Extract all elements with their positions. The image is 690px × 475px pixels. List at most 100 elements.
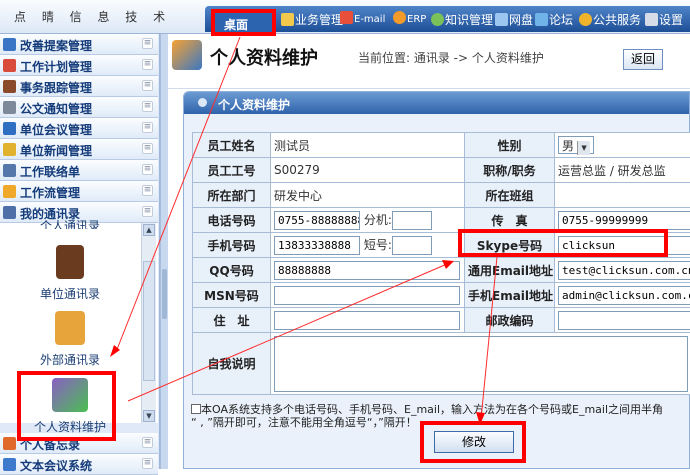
- mobile-input[interactable]: 13833338888: [274, 236, 360, 255]
- workflow-icon: [3, 185, 16, 198]
- nav-public-service[interactable]: 公共服务: [579, 11, 641, 28]
- name-value: 测试员: [271, 133, 465, 158]
- expand-toggle-icon[interactable]: ≡: [142, 206, 153, 217]
- email-input[interactable]: test@clicksun.com.cn: [558, 261, 690, 280]
- short-number-input[interactable]: [392, 236, 432, 255]
- scroll-down-icon[interactable]: ▼: [143, 410, 155, 422]
- phone-input[interactable]: 0755-88888888: [274, 211, 360, 230]
- nav-knowledge[interactable]: 知识管理: [431, 11, 493, 28]
- business-icon: [281, 13, 294, 26]
- sidebar-item-meeting[interactable]: 单位会议管理≡: [0, 118, 158, 139]
- expand-toggle-icon[interactable]: ≡: [142, 80, 153, 91]
- expand-toggle-icon[interactable]: ≡: [142, 458, 153, 469]
- profile-page-icon: [172, 40, 202, 70]
- zip-input[interactable]: [558, 311, 690, 330]
- info-icon: [191, 404, 201, 414]
- qq-input[interactable]: 88888888: [274, 261, 460, 280]
- group-value: [555, 183, 690, 208]
- expand-toggle-icon[interactable]: ≡: [142, 437, 153, 448]
- expand-toggle-icon[interactable]: ≡: [142, 164, 153, 175]
- sidebar-item-text-meeting[interactable]: 文本会议系统≡: [0, 454, 158, 475]
- title-value: 运营总监 / 研发总监: [555, 158, 690, 183]
- qq-label: QQ号码: [193, 258, 271, 283]
- address-book-subpanel: 个人通讯录 单位通讯录 外部通讯录 个人资料维护: [0, 223, 158, 423]
- sidebar-item-news[interactable]: 单位新闻管理≡: [0, 139, 158, 160]
- nav-home-highlighted[interactable]: 桌面: [211, 9, 276, 36]
- nav-netdisk[interactable]: 网盘: [495, 11, 533, 28]
- public-service-icon: [579, 13, 592, 26]
- text-meeting-icon: [3, 458, 16, 471]
- back-button[interactable]: 返回: [623, 49, 663, 70]
- gender-select[interactable]: 男▼: [558, 136, 594, 154]
- modify-button[interactable]: 修改: [434, 431, 514, 453]
- sidebar-item-tracking[interactable]: 事务跟踪管理≡: [0, 76, 158, 97]
- calendar-icon: [3, 59, 16, 72]
- sub-item-unit-phonebook[interactable]: 单位通讯录: [15, 245, 125, 302]
- input-note: 本OA系统支持多个电话号码、手机号码、E_mail，输入方法为在各个号码或E_m…: [191, 403, 690, 429]
- book-icon: [3, 38, 16, 51]
- splitter-grip[interactable]: [162, 269, 167, 319]
- sub-item-profile-edit[interactable]: 个人资料维护: [15, 378, 125, 435]
- short-number-label: 短号:: [364, 238, 392, 252]
- nav-forum[interactable]: 论坛: [535, 11, 573, 28]
- speaker-icon: [3, 101, 16, 114]
- expand-toggle-icon[interactable]: ≡: [142, 59, 153, 70]
- address-input[interactable]: [274, 311, 460, 330]
- scroll-thumb[interactable]: [143, 261, 155, 381]
- expand-toggle-icon[interactable]: ≡: [142, 185, 153, 196]
- scroll-up-icon[interactable]: ▲: [143, 224, 155, 236]
- nav-email[interactable]: E-mail: [340, 11, 385, 25]
- sidebar-item-contact-sheet[interactable]: 工作联络单≡: [0, 160, 158, 181]
- external-phonebook-icon: [55, 311, 85, 345]
- sidebar-scrollbar[interactable]: ▲ ▼: [141, 223, 156, 423]
- profile-edit-icon: [52, 378, 88, 412]
- top-bar: 点 晴 信 息 技 术 业务管理 E-mail ERP 知识管理 网盘 论坛 公…: [0, 0, 690, 34]
- address-label: 住 址: [193, 308, 271, 333]
- fax-input[interactable]: 0755-99999999: [558, 211, 690, 230]
- mobile-email-label: 手机Email地址: [465, 283, 555, 308]
- sidebar-item-work-plan[interactable]: 工作计划管理≡: [0, 55, 158, 76]
- sidebar: 改善提案管理≡ 工作计划管理≡ 事务跟踪管理≡ 公文通知管理≡ 单位会议管理≡ …: [0, 34, 160, 469]
- department-label: 所在部门: [193, 183, 271, 208]
- ledger-icon: [3, 80, 16, 93]
- email-label: 通用Email地址: [465, 258, 555, 283]
- nav-business[interactable]: 业务管理: [281, 11, 343, 28]
- expand-toggle-icon[interactable]: ≡: [142, 122, 153, 133]
- title-label: 职称/职务: [465, 158, 555, 183]
- sidebar-item-notice[interactable]: 公文通知管理≡: [0, 97, 158, 118]
- gender-label: 性别: [465, 133, 555, 158]
- department-value: 研发中心: [271, 183, 465, 208]
- sub-item-external-phonebook[interactable]: 外部通讯录: [15, 311, 125, 368]
- msn-label: MSN号码: [193, 283, 271, 308]
- expand-toggle-icon[interactable]: ≡: [142, 38, 153, 49]
- group-label: 所在班组: [465, 183, 555, 208]
- erp-icon: [393, 11, 406, 24]
- sidebar-splitter[interactable]: [160, 34, 168, 469]
- nav-settings[interactable]: 设置: [645, 11, 683, 28]
- phone-label: 电话号码: [193, 208, 271, 233]
- nav-erp[interactable]: ERP: [393, 11, 426, 25]
- extension-input[interactable]: [392, 211, 432, 230]
- expand-toggle-icon[interactable]: ≡: [142, 143, 153, 154]
- sidebar-item-memo[interactable]: 个人备忘录≡: [0, 433, 158, 454]
- mobile-email-input[interactable]: admin@clicksun.com.cn: [558, 286, 690, 305]
- skype-input[interactable]: clicksun: [558, 236, 690, 255]
- employee-id-label: 员工工号: [193, 158, 271, 183]
- fax-label: 传 真: [465, 208, 555, 233]
- skype-label: Skype号码: [465, 233, 555, 258]
- unit-phonebook-icon: [56, 245, 84, 279]
- extension-label: 分机:: [364, 213, 392, 227]
- sidebar-item-proposal[interactable]: 改善提案管理≡: [0, 34, 158, 55]
- sidebar-item-workflow[interactable]: 工作流管理≡: [0, 181, 158, 202]
- bio-textarea[interactable]: [274, 336, 688, 392]
- expand-toggle-icon[interactable]: ≡: [142, 101, 153, 112]
- msn-input[interactable]: [274, 286, 460, 305]
- sub-item-personal-phonebook-partial[interactable]: 个人通讯录: [15, 217, 125, 229]
- page-title: 个人资料维护: [210, 44, 318, 70]
- chevron-down-icon: ▼: [577, 141, 590, 155]
- page-header: 个人资料维护 当前位置: 通讯录 -> 个人资料维护 返回: [168, 34, 690, 89]
- email-icon: [340, 11, 353, 24]
- employee-id-value: S00279: [271, 158, 465, 183]
- netdisk-icon: [495, 13, 508, 26]
- breadcrumb: 当前位置: 通讯录 -> 个人资料维护: [358, 49, 544, 66]
